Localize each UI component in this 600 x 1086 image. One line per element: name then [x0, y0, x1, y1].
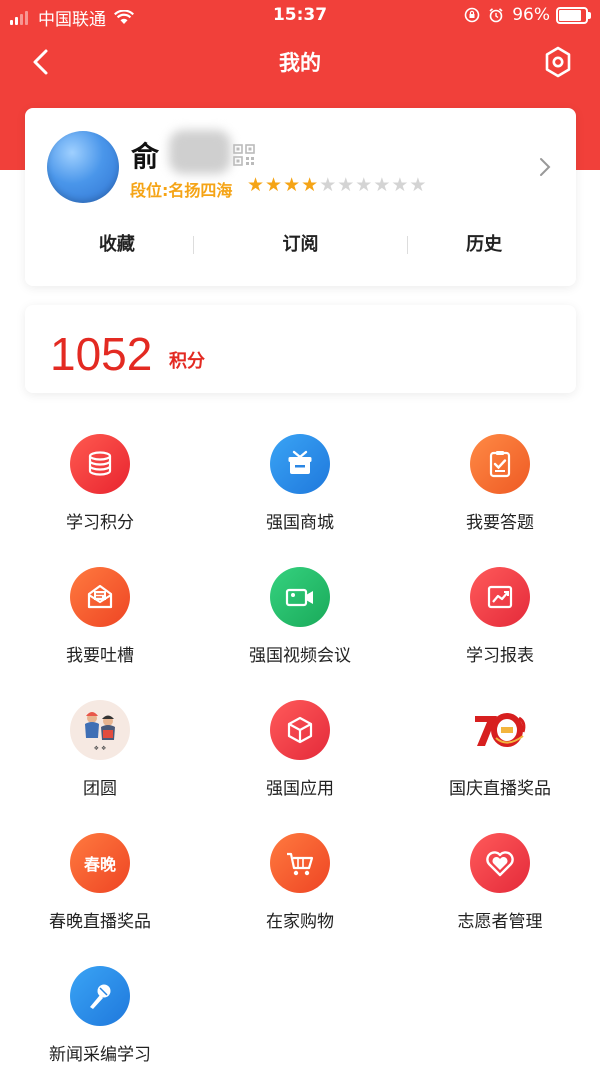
feedback-mail-icon: [70, 567, 130, 627]
grid-item-study-points[interactable]: 学习积分: [0, 434, 200, 554]
gift-icon: [270, 434, 330, 494]
star-empty-icon: ★: [337, 174, 355, 196]
star-empty-icon: ★: [355, 174, 373, 196]
grid-label: 强国应用: [266, 779, 334, 799]
grid-item-apps[interactable]: 强国应用: [200, 700, 400, 820]
grid-item-reunion[interactable]: ❖ ❖ 团圆: [0, 700, 200, 820]
star-filled-icon: ★: [283, 174, 301, 196]
star-empty-icon: ★: [409, 174, 427, 196]
spring-gala-icon: 春晚: [70, 833, 130, 893]
qr-code-icon[interactable]: [233, 144, 255, 166]
heart-icon: [470, 833, 530, 893]
star-empty-icon: ★: [373, 174, 391, 196]
tab-divider: [407, 236, 408, 254]
grid-label: 新闻采编学习: [49, 1045, 151, 1065]
video-camera-icon: [270, 567, 330, 627]
microphone-icon: [70, 966, 130, 1026]
grid-label: 国庆直播奖品: [449, 779, 551, 799]
status-bar: 中国联通 15:37 96%: [0, 0, 600, 34]
tab-favorites[interactable]: 收藏: [25, 224, 209, 266]
user-name: 俞: [131, 140, 160, 173]
grid-label: 我要吐槽: [66, 646, 134, 666]
grid-label: 春晚直播奖品: [49, 912, 151, 932]
grid-label: 团圆: [83, 779, 117, 799]
grid-label: 学习报表: [466, 646, 534, 666]
star-filled-icon: ★: [265, 174, 283, 196]
rotation-lock-icon: [464, 7, 480, 23]
quiz-icon: [470, 434, 530, 494]
reunion-illustration-icon: ❖ ❖: [70, 700, 130, 760]
tab-subscriptions[interactable]: 订阅: [209, 224, 393, 266]
battery-percent: 96%: [512, 5, 550, 25]
svg-text:❖ ❖: ❖ ❖: [94, 745, 107, 752]
cube-icon: [270, 700, 330, 760]
grid-item-news-editing-study[interactable]: 新闻采编学习: [0, 966, 200, 1086]
profile-card[interactable]: 俞 段位:名扬四海 ★ ★ ★ ★ ★ ★ ★ ★ ★ ★ 收藏 订阅 历史: [25, 108, 576, 286]
shopping-cart-icon: [270, 833, 330, 893]
national-day-70-icon: [470, 700, 530, 760]
grid-item-volunteer-management[interactable]: 志愿者管理: [400, 833, 600, 953]
grid-label: 我要答题: [466, 513, 534, 533]
database-icon: [70, 434, 130, 494]
name-redaction-blur: [169, 130, 231, 174]
star-filled-icon: ★: [247, 174, 265, 196]
points-card[interactable]: 1052 积分: [25, 305, 576, 393]
battery-icon: [556, 6, 591, 24]
profile-tabs: 收藏 订阅 历史: [25, 224, 576, 266]
alarm-icon: [489, 8, 503, 23]
grid-item-national-day-prizes[interactable]: 国庆直播奖品: [400, 700, 600, 820]
grid-item-home-shopping[interactable]: 在家购物: [200, 833, 400, 953]
settings-hexagon-icon[interactable]: [542, 45, 574, 79]
avatar[interactable]: [47, 131, 119, 203]
grid-item-spring-gala-prizes[interactable]: 春晚 春晚直播奖品: [0, 833, 200, 953]
grid-item-video-meeting[interactable]: 强国视频会议: [200, 567, 400, 687]
grid-item-quiz[interactable]: 我要答题: [400, 434, 600, 554]
report-chart-icon: [470, 567, 530, 627]
grid-label: 强国商城: [266, 513, 334, 533]
grid-label: 在家购物: [266, 912, 334, 932]
nav-bar: 我的: [0, 34, 600, 90]
points-value: 1052: [50, 328, 153, 380]
star-empty-icon: ★: [319, 174, 337, 196]
rank-stars: ★ ★ ★ ★ ★ ★ ★ ★ ★ ★: [247, 176, 427, 195]
points-unit: 积分: [169, 351, 205, 372]
spring-gala-text: 春晚: [83, 855, 116, 874]
grid-label: 强国视频会议: [249, 646, 351, 666]
star-filled-icon: ★: [301, 174, 319, 196]
grid-item-feedback[interactable]: 我要吐槽: [0, 567, 200, 687]
star-empty-icon: ★: [391, 174, 409, 196]
grid-label: 学习积分: [66, 513, 134, 533]
page-title: 我的: [279, 51, 321, 75]
rank-label: 段位:名扬四海: [130, 181, 233, 200]
tab-divider: [193, 236, 194, 254]
chevron-right-icon[interactable]: [538, 156, 552, 178]
grid-item-study-report[interactable]: 学习报表: [400, 567, 600, 687]
tab-history[interactable]: 历史: [392, 224, 576, 266]
grid-item-mall[interactable]: 强国商城: [200, 434, 400, 554]
grid-label: 志愿者管理: [457, 912, 543, 932]
